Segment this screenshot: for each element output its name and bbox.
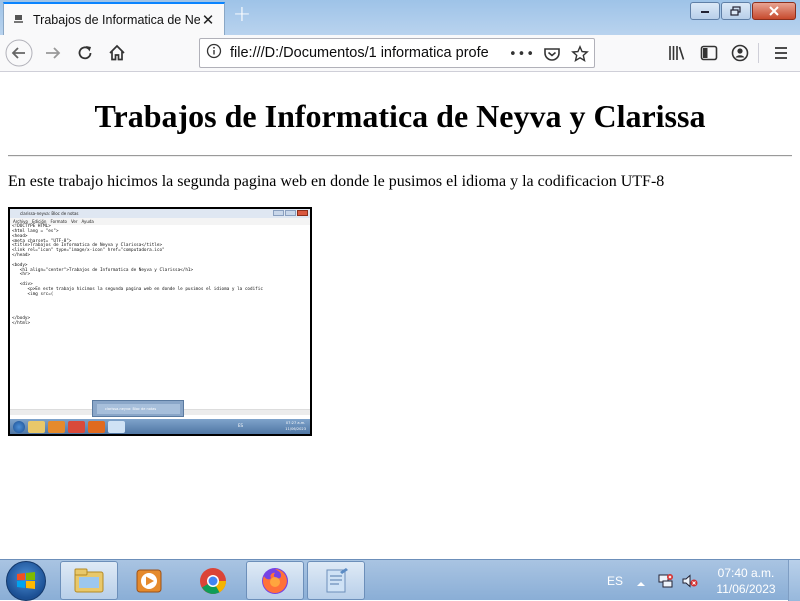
mini-clock: 07:27 a.m. 11/06/2023 <box>285 420 306 432</box>
network-icon[interactable] <box>657 572 675 594</box>
windows-taskbar: ES 07:40 a.m. 11/06/2023 <box>0 559 800 601</box>
taskbar-thumbnail-popup: clarissa-neyva: Bloc de notas <box>92 400 184 417</box>
sidebar-icon[interactable] <box>694 38 724 68</box>
back-icon[interactable] <box>4 38 34 68</box>
close-window-button[interactable] <box>752 2 796 20</box>
home-icon[interactable] <box>102 38 132 68</box>
start-button[interactable] <box>6 561 46 601</box>
page-title: Trabajos de Informatica de Neyva y Clari… <box>94 98 706 134</box>
notepad-window-buttons <box>273 210 308 216</box>
tab-active[interactable]: Trabajos de Informatica de Neyva ✕ <box>3 2 225 35</box>
notepad-icon[interactable] <box>307 561 365 600</box>
notepad-code-text: <!DOCTYPE HTML> <html lang = "es"> <head… <box>12 224 263 326</box>
browser-titlebar: Trabajos de Informatica de Neyva ✕ + <box>0 0 800 35</box>
notepad-menu-item: Formato <box>50 219 67 224</box>
page-paragraph: En este trabajo hicimos la segunda pagin… <box>8 173 665 190</box>
firefox-icon[interactable] <box>246 561 304 600</box>
minimize-button[interactable] <box>690 2 720 20</box>
url-text[interactable]: file:///D:/Documentos/1 informatica prof… <box>230 45 492 61</box>
notepad-menubar: Archivo Edición Formato Ver Ayuda <box>10 218 310 225</box>
chrome-icon[interactable] <box>184 561 242 600</box>
notepad-menu-item: Ayuda <box>81 219 94 224</box>
tab-close-icon[interactable]: ✕ <box>200 11 216 29</box>
window-controls <box>690 2 796 20</box>
url-bar[interactable]: file:///D:/Documentos/1 informatica prof… <box>199 38 595 68</box>
computer-favicon-icon <box>12 14 24 26</box>
show-desktop-button[interactable] <box>788 560 800 601</box>
notepad-menu-item: Ver <box>70 219 78 224</box>
forward-icon[interactable] <box>38 38 68 68</box>
clock-date: 11/06/2023 <box>716 582 776 596</box>
notepad-window-title: clarissa-neyva: Bloc de notas <box>20 211 79 216</box>
language-indicator[interactable]: ES <box>607 560 623 601</box>
mini-explorer-icon <box>28 420 45 433</box>
library-icon[interactable] <box>662 38 692 68</box>
bookmark-star-icon[interactable] <box>570 44 590 64</box>
info-icon[interactable] <box>206 43 222 63</box>
restore-button[interactable] <box>721 2 751 20</box>
menu-icon[interactable] <box>766 38 796 68</box>
page-content: Trabajos de Informatica de Neyva y Clari… <box>0 73 800 559</box>
account-icon[interactable] <box>725 38 755 68</box>
mini-media-icon <box>48 420 65 433</box>
explorer-icon[interactable] <box>60 561 118 600</box>
mini-chrome-icon <box>68 420 85 433</box>
horizontal-rule <box>8 155 792 157</box>
reload-icon[interactable] <box>70 38 100 68</box>
toolbar-separator <box>758 43 759 63</box>
notepad-titlebar: clarissa-neyva: Bloc de notas <box>10 209 310 218</box>
page-actions-icon[interactable]: ••• <box>509 44 534 64</box>
popup-label: clarissa-neyva: Bloc de notas <box>97 404 180 414</box>
mini-taskbar: ES 07:27 a.m. 11/06/2023 <box>10 419 310 434</box>
windows-logo-icon <box>17 572 35 589</box>
volume-muted-icon[interactable] <box>681 572 699 594</box>
tab-title: Trabajos de Informatica de Neyva <box>33 12 200 27</box>
pocket-icon[interactable] <box>542 44 562 64</box>
mini-firefox-icon <box>88 420 105 433</box>
system-clock[interactable]: 07:40 a.m. 11/06/2023 <box>706 565 786 597</box>
mini-lang: ES <box>238 423 244 428</box>
clock-time: 07:40 a.m. <box>717 566 775 580</box>
mini-clock-date: 11/06/2023 <box>285 427 306 431</box>
navigation-toolbar: file:///D:/Documentos/1 informatica prof… <box>0 35 800 72</box>
notepad-screenshot-image: clarissa-neyva: Bloc de notas Archivo Ed… <box>8 207 312 436</box>
mini-start-icon <box>13 420 25 433</box>
mini-notepad-icon <box>108 420 125 433</box>
show-hidden-icons-icon[interactable] <box>636 574 646 593</box>
media-player-icon[interactable] <box>120 561 178 600</box>
new-tab-button[interactable]: + <box>230 4 254 28</box>
